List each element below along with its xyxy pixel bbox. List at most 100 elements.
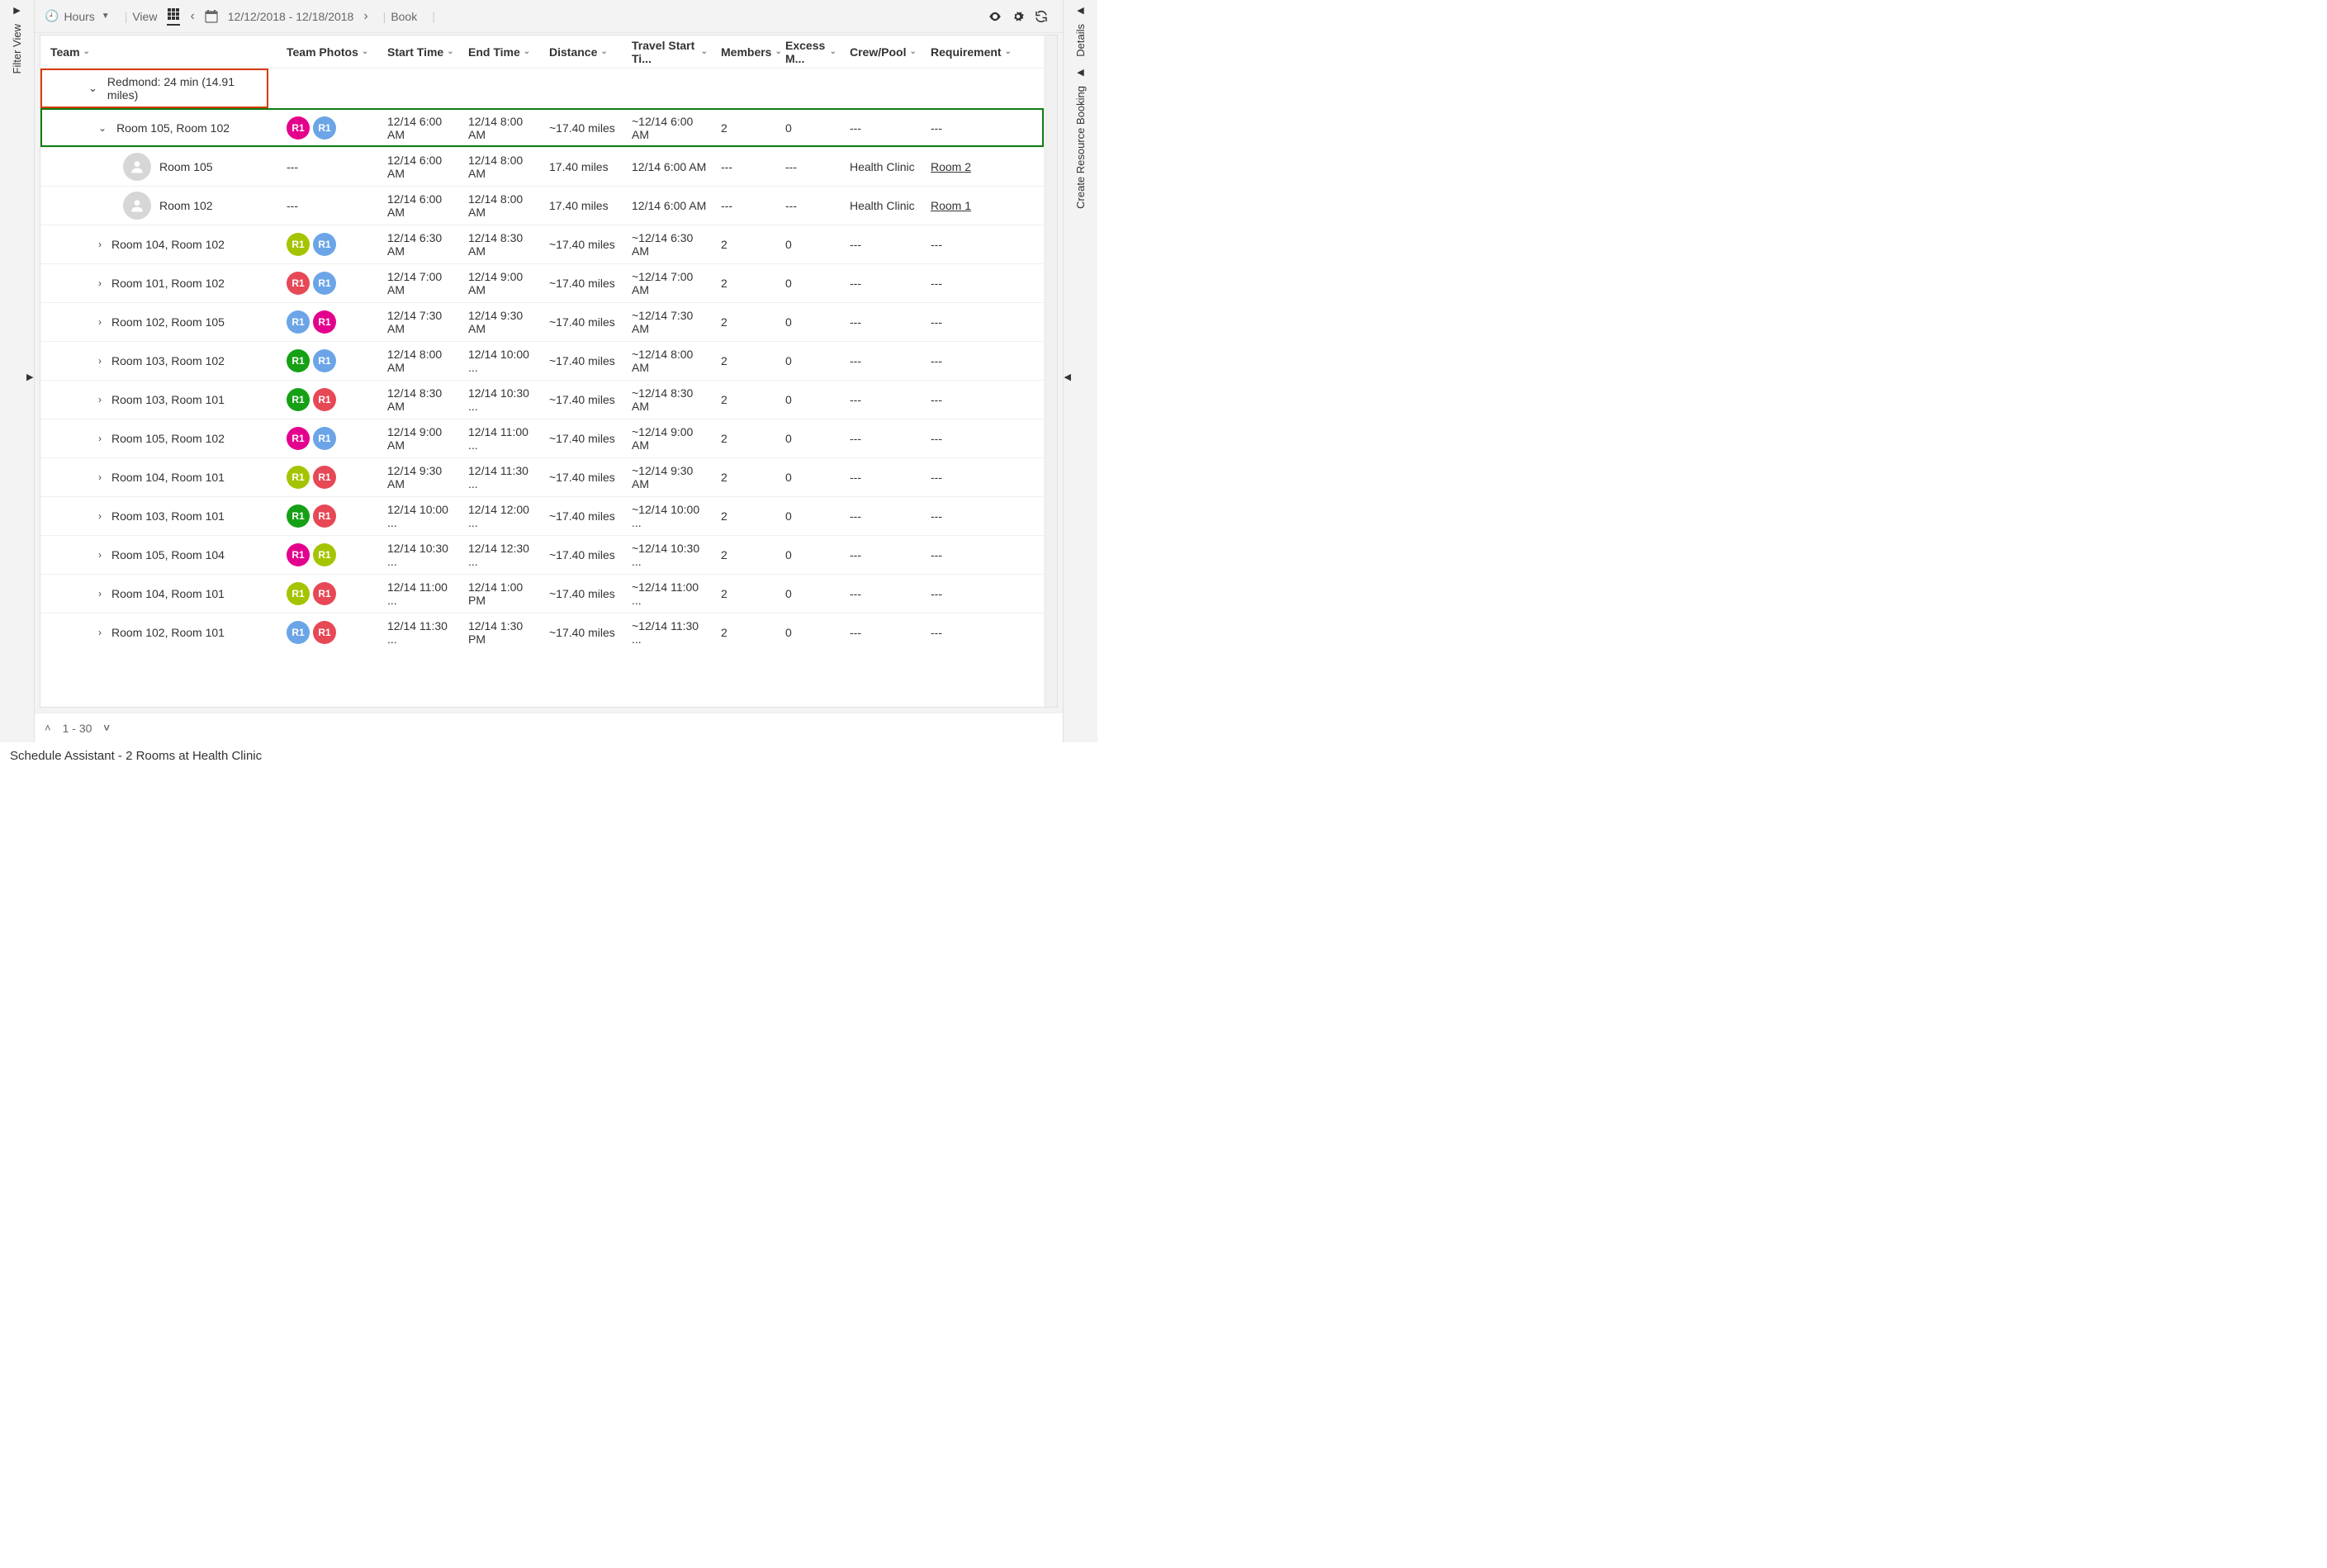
- table-row[interactable]: ›Room 102, Room 101R1R112/14 11:30 ...12…: [40, 613, 1044, 651]
- members-cell: 2: [714, 121, 779, 135]
- requirement-cell: ---: [931, 354, 942, 367]
- group-row[interactable]: ⌄ Redmond: 24 min (14.91 miles): [40, 69, 268, 108]
- requirement-cell: ---: [931, 509, 942, 523]
- collapse-right-icon-2[interactable]: ◀: [1077, 67, 1083, 78]
- vertical-scrollbar[interactable]: [1044, 36, 1057, 707]
- avatar-badge: R1: [313, 388, 336, 411]
- travel-cell: ~12/14 10:00 ...: [625, 503, 714, 529]
- excess-cell: 0: [779, 315, 843, 329]
- next-period-button[interactable]: ›: [363, 9, 367, 24]
- col-start[interactable]: Start Time⌄: [381, 45, 462, 59]
- col-excess[interactable]: Excess M...⌄: [779, 39, 843, 65]
- start-cell: 12/14 8:00 AM: [381, 348, 462, 374]
- table-row[interactable]: ›Room 103, Room 101R1R112/14 8:30 AM12/1…: [40, 380, 1044, 419]
- grid-view-button[interactable]: [167, 7, 180, 26]
- avatar-badge: R1: [313, 349, 336, 372]
- chevron-icon[interactable]: ›: [98, 471, 102, 483]
- avatars: R1R1: [287, 582, 336, 605]
- start-cell: 12/14 9:00 AM: [381, 425, 462, 452]
- table-row[interactable]: ›Room 105, Room 104R1R112/14 10:30 ...12…: [40, 535, 1044, 574]
- grid-wrap: Team⌄ Team Photos⌄ Start Time⌄ End Time⌄…: [40, 35, 1058, 708]
- table-row[interactable]: ›Room 105, Room 102R1R112/14 9:00 AM12/1…: [40, 419, 1044, 457]
- table-row[interactable]: ›Room 103, Room 102R1R112/14 8:00 AM12/1…: [40, 341, 1044, 380]
- left-rail-expander-icon[interactable]: ▶: [26, 372, 33, 382]
- start-cell: 12/14 8:30 AM: [381, 386, 462, 413]
- chevron-icon[interactable]: ›: [98, 239, 102, 250]
- avatars: R1R1: [287, 621, 336, 644]
- hours-dropdown[interactable]: 🕘 Hours ▼: [45, 9, 110, 23]
- chevron-icon[interactable]: ›: [98, 627, 102, 638]
- excess-cell: 0: [779, 587, 843, 600]
- col-travel[interactable]: Travel Start Ti...⌄: [625, 39, 714, 65]
- requirement-link[interactable]: Room 2: [931, 160, 971, 173]
- team-name: Room 102, Room 101: [111, 626, 225, 639]
- table-row[interactable]: ⌄Room 105, Room 102R1R112/14 6:00 AM12/1…: [40, 108, 1044, 147]
- collapse-left-icon[interactable]: ▶: [13, 5, 20, 16]
- chevron-icon[interactable]: ›: [98, 394, 102, 405]
- table-row[interactable]: ›Room 104, Room 101R1R112/14 9:30 AM12/1…: [40, 457, 1044, 496]
- col-crew[interactable]: Crew/Pool⌄: [843, 45, 924, 59]
- calendar-icon[interactable]: [205, 10, 218, 23]
- details-tab[interactable]: Details: [1074, 24, 1087, 57]
- crew-cell: ---: [843, 432, 924, 445]
- chevron-icon[interactable]: ›: [98, 433, 102, 444]
- gear-icon[interactable]: [1007, 5, 1030, 28]
- requirement-link[interactable]: Room 1: [931, 199, 971, 212]
- end-cell: 12/14 8:00 AM: [462, 192, 543, 219]
- refresh-icon[interactable]: [1030, 5, 1053, 28]
- col-end[interactable]: End Time⌄: [462, 45, 543, 59]
- eye-icon[interactable]: [983, 5, 1007, 28]
- col-distance[interactable]: Distance⌄: [543, 45, 625, 59]
- crew-cell: ---: [843, 626, 924, 639]
- start-cell: 12/14 6:00 AM: [381, 115, 462, 141]
- chevron-icon[interactable]: ›: [98, 588, 102, 599]
- avatar-badge: R1: [313, 310, 336, 334]
- table-row[interactable]: Room 102---12/14 6:00 AM12/14 8:00 AM17.…: [40, 186, 1044, 225]
- table-row[interactable]: Room 105---12/14 6:00 AM12/14 8:00 AM17.…: [40, 147, 1044, 186]
- grid[interactable]: Team⌄ Team Photos⌄ Start Time⌄ End Time⌄…: [40, 36, 1044, 707]
- pager-prev[interactable]: ˄: [45, 722, 51, 734]
- travel-cell: ~12/14 7:30 AM: [625, 309, 714, 335]
- main-area: 🕘 Hours ▼ | View ‹ 12/12/2018 - 12/18/20…: [35, 0, 1063, 742]
- members-cell: 2: [714, 277, 779, 290]
- group-label: Redmond: 24 min (14.91 miles): [107, 75, 268, 102]
- team-name: Room 102: [159, 199, 213, 212]
- chevron-icon[interactable]: ›: [98, 316, 102, 328]
- avatar-badge: R1: [313, 621, 336, 644]
- avatar-badge: R1: [287, 582, 310, 605]
- table-row[interactable]: ›Room 101, Room 102R1R112/14 7:00 AM12/1…: [40, 263, 1044, 302]
- prev-period-button[interactable]: ‹: [190, 9, 194, 24]
- chevron-icon[interactable]: ›: [98, 355, 102, 367]
- create-booking-tab[interactable]: Create Resource Booking: [1074, 86, 1087, 209]
- book-button[interactable]: Book: [391, 10, 417, 23]
- table-row[interactable]: ›Room 104, Room 101R1R112/14 11:00 ...12…: [40, 574, 1044, 613]
- team-name: Room 103, Room 101: [111, 393, 225, 406]
- date-range[interactable]: 12/12/2018 - 12/18/2018: [228, 10, 354, 23]
- chevron-icon[interactable]: ›: [98, 549, 102, 561]
- col-requirement[interactable]: Requirement⌄: [924, 45, 1017, 59]
- requirement-cell: ---: [931, 238, 942, 251]
- chevron-icon[interactable]: ›: [98, 510, 102, 522]
- collapse-right-icon[interactable]: ◀: [1077, 5, 1083, 16]
- table-row[interactable]: ›Room 102, Room 105R1R112/14 7:30 AM12/1…: [40, 302, 1044, 341]
- start-cell: 12/14 11:30 ...: [381, 619, 462, 646]
- avatar-badge: R1: [287, 272, 310, 295]
- pager-next[interactable]: ˅: [103, 722, 110, 734]
- crew-cell: ---: [843, 121, 924, 135]
- travel-cell: ~12/14 8:30 AM: [625, 386, 714, 413]
- avatars: R1R1: [287, 427, 336, 450]
- chevron-icon[interactable]: ⌄: [98, 122, 107, 134]
- filter-view-tab[interactable]: Filter View: [11, 24, 23, 73]
- end-cell: 12/14 8:30 AM: [462, 231, 543, 258]
- col-members[interactable]: Members⌄: [714, 45, 779, 59]
- crew-cell: ---: [843, 277, 924, 290]
- table-row[interactable]: ›Room 104, Room 102R1R112/14 6:30 AM12/1…: [40, 225, 1044, 263]
- avatars: R1R1: [287, 505, 336, 528]
- chevron-icon[interactable]: ›: [98, 277, 102, 289]
- right-rail-expander-icon[interactable]: ◀: [1064, 372, 1071, 382]
- table-row[interactable]: ›Room 103, Room 101R1R112/14 10:00 ...12…: [40, 496, 1044, 535]
- crew-cell: ---: [843, 548, 924, 561]
- col-photos[interactable]: Team Photos⌄: [280, 45, 381, 59]
- avatars: R1R1: [287, 349, 336, 372]
- col-team[interactable]: Team⌄: [40, 45, 280, 59]
